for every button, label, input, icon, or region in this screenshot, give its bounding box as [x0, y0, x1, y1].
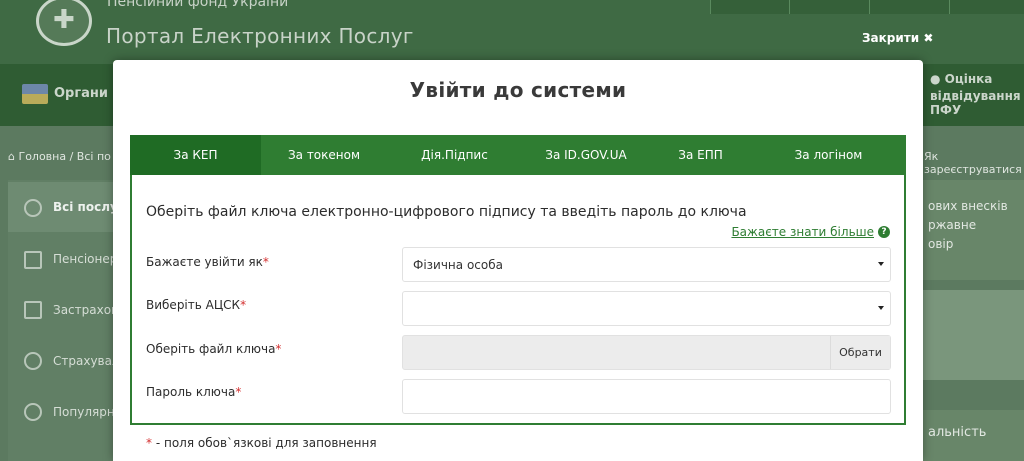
- nav-item-rating-line1: ● Оцінка: [930, 72, 993, 86]
- acsk-label-text: Виберіть АЦСК: [146, 298, 241, 312]
- key-file-input[interactable]: Обрати: [402, 335, 891, 370]
- login-as-label-text: Бажаєте увійти як: [146, 255, 263, 269]
- login-as-label: Бажаєте увійти як*: [146, 255, 269, 269]
- footnote-text: - поля обов`язкові для заповнення: [155, 436, 377, 450]
- tab-epp[interactable]: За ЕПП: [650, 135, 751, 175]
- card-text-line2: ржавне: [928, 218, 977, 232]
- tab-token[interactable]: За токеном: [261, 135, 387, 175]
- ukraine-flag-icon: [22, 84, 48, 104]
- acsk-select[interactable]: [402, 291, 891, 326]
- question-icon: ?: [878, 226, 890, 238]
- choose-file-button[interactable]: Обрати: [830, 336, 890, 369]
- required-mark: *: [275, 342, 282, 356]
- caret-down-icon: [878, 262, 884, 266]
- required-footnote: * - поля обов`язкові для заповнення: [146, 436, 377, 450]
- required-mark: *: [240, 298, 247, 312]
- key-file-label-text: Оберіть файл ключа: [146, 342, 276, 356]
- kep-login-panel: Оберіть файл ключа електронно-цифрового …: [130, 175, 906, 425]
- service-card-2: [922, 290, 1024, 380]
- card-text-line1: ових внесків: [928, 199, 1008, 213]
- close-modal-button[interactable]: Закрити ✖: [862, 31, 933, 45]
- modal-title: Увійти до системи: [409, 78, 627, 102]
- target-icon: [24, 403, 42, 421]
- home-icon: ⌂: [8, 150, 15, 163]
- tab-login[interactable]: За логіном: [751, 135, 906, 175]
- info-icon: [24, 352, 42, 370]
- top-utility-bar: [710, 0, 1024, 14]
- breadcrumb: ⌂ Головна / Всі по: [8, 150, 111, 163]
- required-mark: *: [262, 255, 269, 269]
- all-services-icon: [24, 199, 42, 217]
- learn-more-text: Бажаєте знати більше: [731, 225, 874, 239]
- key-password-input[interactable]: [402, 379, 891, 414]
- password-label-text: Пароль ключа: [146, 385, 236, 399]
- close-label: Закрити: [862, 31, 920, 45]
- key-file-label: Оберіть файл ключа*: [146, 342, 281, 356]
- nav-rating-text1: Оцінка: [944, 72, 993, 86]
- login-modal: Увійти до системи За КЕП За токеном Дія.…: [113, 60, 923, 461]
- login-as-select[interactable]: Фізична особа: [402, 247, 891, 282]
- tab-kep[interactable]: За КЕП: [130, 135, 261, 175]
- close-icon: ✖: [923, 31, 934, 45]
- document-icon: [24, 301, 42, 319]
- card-text-bottom: альність: [928, 425, 987, 440]
- envelope-icon: [24, 251, 42, 269]
- password-label: Пароль ключа*: [146, 385, 241, 399]
- sidebar-item-pensioner: Пенсіонер: [53, 252, 118, 266]
- sidebar-item-insurer: Страхувал: [53, 354, 120, 368]
- portal-name: Портал Електронних Послуг: [106, 24, 414, 48]
- required-mark: *: [235, 385, 242, 399]
- required-mark: *: [146, 436, 152, 450]
- learn-more-link[interactable]: Бажаєте знати більше ?: [731, 225, 890, 239]
- acsk-label: Виберіть АЦСК*: [146, 298, 246, 312]
- tab-id-gov-ua[interactable]: За ID.GOV.UA: [522, 135, 650, 175]
- breadcrumb-text: Головна / Всі по: [18, 150, 111, 163]
- card-text-line3: овір: [928, 237, 954, 251]
- tab-diia-signature[interactable]: Дія.Підпис: [387, 135, 522, 175]
- login-method-tabs: За КЕП За токеном Дія.Підпис За ID.GOV.U…: [130, 135, 906, 175]
- login-as-value: Фізична особа: [413, 257, 503, 272]
- caret-down-icon: [878, 306, 884, 310]
- nav-item-rating-line2: відвідування ПФУ: [930, 89, 1021, 117]
- panel-heading: Оберіть файл ключа електронно-цифрового …: [146, 204, 747, 220]
- sidebar-item-popular: Популярні: [53, 405, 118, 419]
- register-link: Як зареєструватися: [924, 150, 1022, 176]
- org-name: Пенсійний фонд України: [107, 0, 289, 10]
